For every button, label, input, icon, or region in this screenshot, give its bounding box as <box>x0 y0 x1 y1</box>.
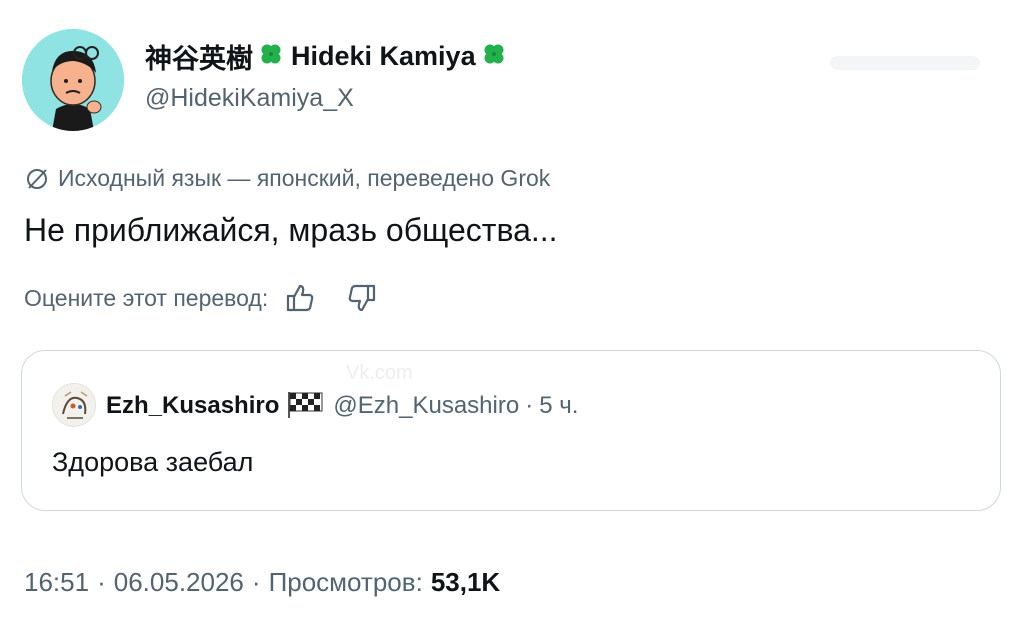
author-name-row[interactable]: 神谷英樹 Hideki Kamiya <box>145 36 514 76</box>
thumbs-down-icon <box>348 284 376 312</box>
tweet-date[interactable]: 06.05.2026 <box>114 567 244 598</box>
tweet-time[interactable]: 16:51 <box>24 567 89 598</box>
quote-handle[interactable]: @Ezh_Kusashiro <box>333 392 519 420</box>
author-avatar[interactable] <box>22 29 124 131</box>
drawing-avatar-icon <box>53 384 95 426</box>
thumbs-down-button[interactable] <box>342 281 382 315</box>
quote-author-avatar[interactable] <box>52 383 96 427</box>
translation-note-text: Исходный язык — японский, переведено Gro… <box>58 165 551 191</box>
watermark: Vk.com <box>346 362 413 384</box>
separator-dot: · <box>525 392 534 419</box>
views-label: Просмотров: <box>268 567 423 597</box>
views-count: 53,1K <box>430 567 501 597</box>
separator-dot: · <box>251 567 261 597</box>
thumbs-up-icon <box>287 284 314 312</box>
rate-translation-row: Оцените этот перевод: <box>24 281 382 315</box>
quote-timestamp[interactable]: 5 ч. <box>539 392 578 420</box>
quote-author-row[interactable]: Ezh_Kusashiro @Ezh_Kusashiro · 5 ч. <box>106 388 578 424</box>
quoted-tweet-card[interactable] <box>21 350 1001 511</box>
author-display-name-jp[interactable]: 神谷英樹 <box>145 37 253 76</box>
author-handle[interactable]: @HidekiKamiya_X <box>145 84 354 113</box>
author-display-name-en[interactable]: Hideki Kamiya <box>291 41 476 72</box>
separator-dot: · <box>97 567 106 597</box>
thumbs-up-button[interactable] <box>280 281 320 315</box>
cartoon-avatar-icon <box>22 29 124 131</box>
translation-note: Исходный язык — японский, переведено Gro… <box>24 165 550 192</box>
tweet-text: Не приближайся, мразь общества... <box>24 212 558 248</box>
quote-text: Здорова заебал <box>52 447 254 477</box>
rate-translation-label: Оцените этот перевод: <box>24 284 269 311</box>
quote-display-name[interactable]: Ezh_Kusashiro <box>106 392 279 420</box>
translate-slash-icon <box>27 168 47 189</box>
more-options-icon[interactable] <box>830 48 980 78</box>
four-leaf-clover-icon <box>257 40 285 73</box>
checkered-flag-icon <box>285 389 325 424</box>
four-leaf-clover-icon <box>480 40 508 73</box>
tweet-meta: 16:51 · 06.05.2026 · Просмотров: 53,1K <box>24 567 500 598</box>
